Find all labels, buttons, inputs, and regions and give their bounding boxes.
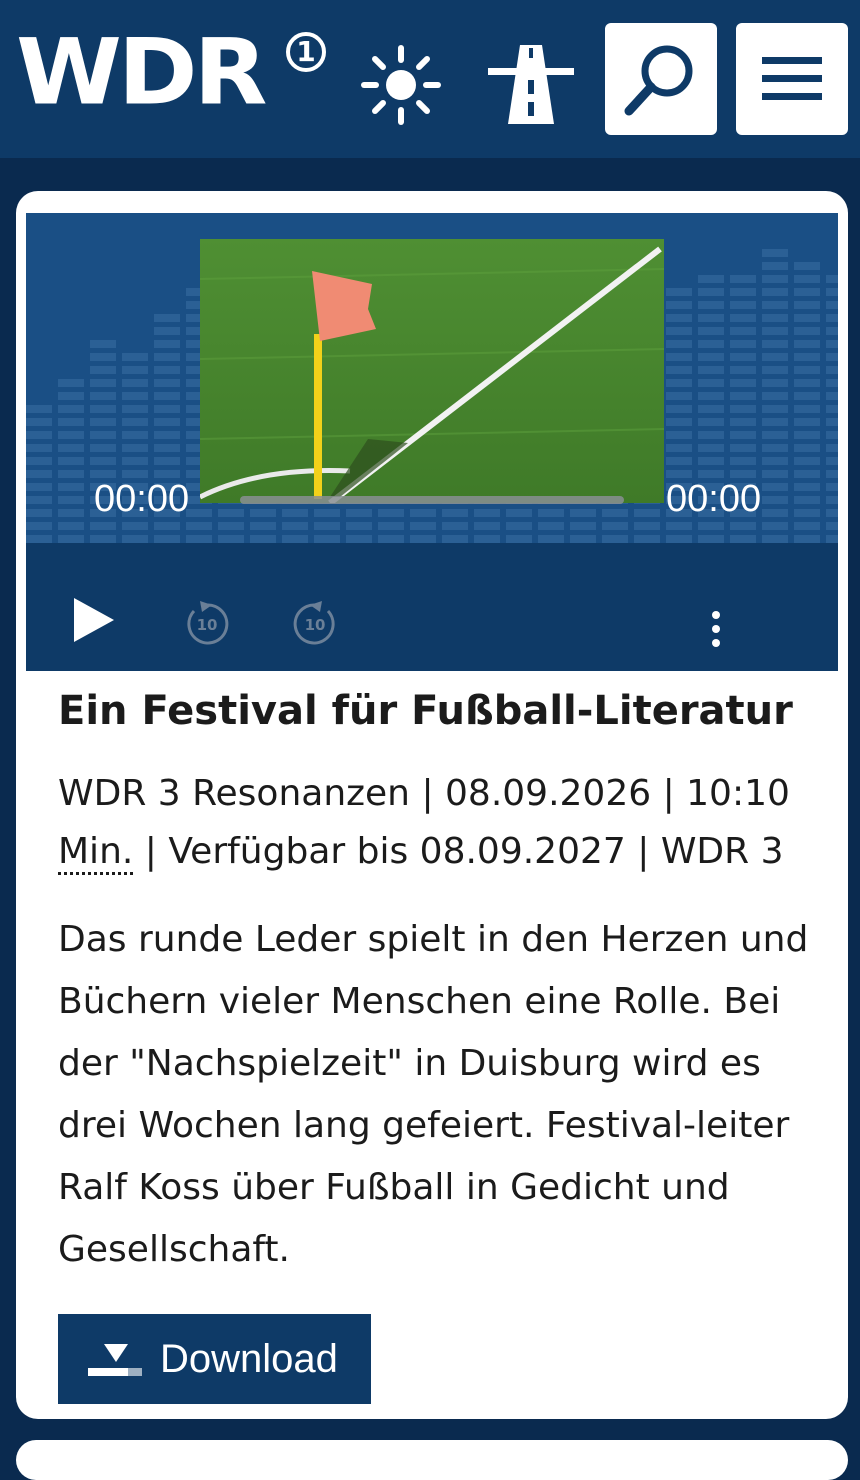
episode-thumbnail xyxy=(198,239,665,506)
episode-description: Das runde Leder spielt in den Herzen und… xyxy=(58,919,809,1270)
sun-icon xyxy=(361,45,441,125)
audio-card: 00:00 00:00 10 10 Ein Festival für Fußba… xyxy=(16,191,848,1419)
svg-text:10: 10 xyxy=(197,616,218,634)
minutes-abbreviation: Min. xyxy=(58,831,134,875)
logo-text: WDR xyxy=(16,18,267,126)
site-header: WDR 1 xyxy=(0,0,860,158)
svg-text:10: 10 xyxy=(305,616,326,634)
search-icon xyxy=(624,45,693,116)
play-button[interactable] xyxy=(70,595,116,649)
more-vertical-icon xyxy=(712,611,720,647)
forward-10-icon: 10 xyxy=(293,601,335,645)
search-button[interactable] xyxy=(605,23,717,135)
play-icon xyxy=(74,598,114,642)
audio-player: 00:00 00:00 10 10 xyxy=(26,213,838,671)
download-label: Download xyxy=(160,1337,338,1381)
rewind-button[interactable]: 10 xyxy=(182,599,232,653)
more-options-button[interactable] xyxy=(706,609,726,653)
highway-icon xyxy=(488,45,574,124)
menu-icon xyxy=(762,57,822,100)
episode-title: Ein Festival für Fußball-Literatur xyxy=(58,688,793,734)
rewind-10-icon: 10 xyxy=(187,601,229,645)
logo-superscript: 1 xyxy=(286,32,326,72)
download-icon xyxy=(88,1344,142,1376)
current-time: 00:00 xyxy=(94,478,190,520)
forward-button[interactable]: 10 xyxy=(290,599,340,653)
weather-button[interactable] xyxy=(356,40,446,130)
episode-meta: WDR 3 Resonanzen | 08.09.2026 | 10:10 Mi… xyxy=(58,765,818,881)
wdr-logo[interactable]: WDR xyxy=(16,26,267,117)
progress-bar[interactable] xyxy=(240,496,624,504)
next-card xyxy=(16,1440,848,1480)
menu-button[interactable] xyxy=(736,23,848,135)
download-button[interactable]: Download xyxy=(58,1314,371,1404)
meta-availability: | Verfügbar bis 08.09.2027 | WDR 3 xyxy=(133,831,784,872)
traffic-button[interactable] xyxy=(486,40,576,130)
total-time: 00:00 xyxy=(666,478,762,520)
player-controls: 10 10 xyxy=(26,543,838,671)
meta-info: WDR 3 Resonanzen | 08.09.2026 | 10:10 xyxy=(58,773,790,814)
